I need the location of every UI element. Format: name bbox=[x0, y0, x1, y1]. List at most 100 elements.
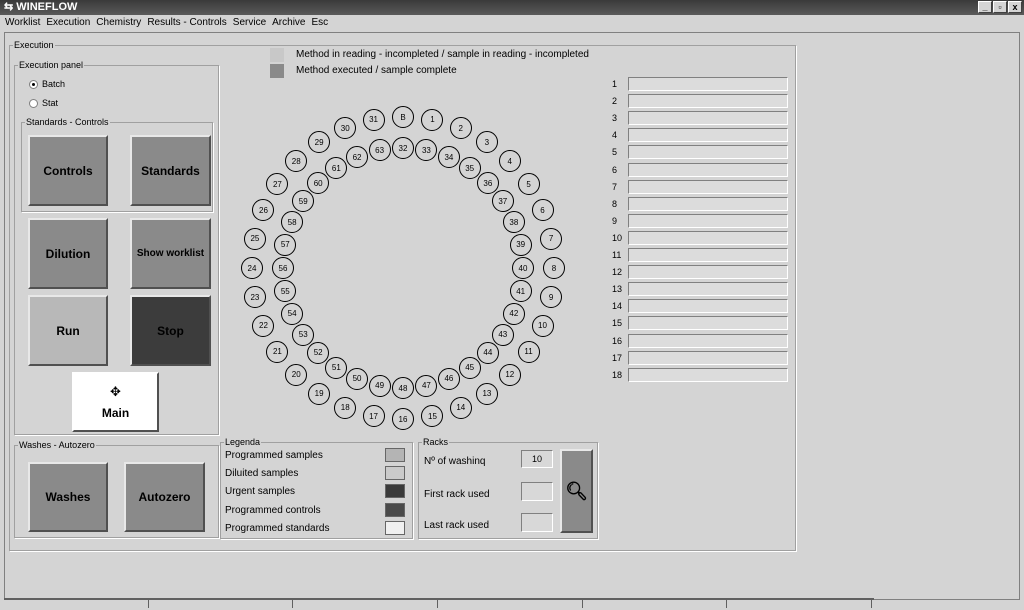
sample-position[interactable]: 41 bbox=[509, 280, 532, 303]
sample-position[interactable]: 42 bbox=[502, 302, 525, 325]
legenda-swatch bbox=[385, 502, 405, 517]
rack-row-number: 17 bbox=[612, 352, 623, 363]
washing-count-field[interactable]: 10 bbox=[521, 450, 553, 468]
rack-row-field[interactable] bbox=[628, 128, 788, 143]
rack-row-field[interactable] bbox=[628, 333, 788, 348]
sample-position[interactable]: 25 bbox=[243, 227, 266, 250]
sample-position[interactable]: 34 bbox=[437, 146, 460, 169]
sample-position[interactable]: 45 bbox=[458, 356, 481, 379]
rack-row-field[interactable] bbox=[628, 179, 788, 194]
menu-bar: Worklist Execution Chemistry Results - C… bbox=[0, 15, 1024, 31]
rack-row-field[interactable] bbox=[628, 162, 788, 177]
rack-row-field[interactable] bbox=[628, 111, 788, 126]
rack-row-field[interactable] bbox=[628, 94, 788, 109]
sample-position[interactable]: 6 bbox=[531, 199, 554, 222]
sample-position[interactable]: B bbox=[392, 106, 414, 128]
controls-button[interactable]: Controls bbox=[28, 135, 108, 206]
rack-row: 16 bbox=[612, 333, 788, 348]
sample-position[interactable]: 38 bbox=[502, 211, 525, 234]
menu-esc[interactable]: Esc bbox=[309, 15, 332, 31]
stop-button[interactable]: Stop bbox=[130, 295, 211, 366]
sample-position[interactable]: 20 bbox=[285, 363, 308, 386]
rack-row-field[interactable] bbox=[628, 299, 788, 314]
menu-execution[interactable]: Execution bbox=[43, 15, 93, 31]
rack-row: 5 bbox=[612, 145, 788, 160]
rack-row-field[interactable] bbox=[628, 248, 788, 262]
first-rack-field[interactable] bbox=[521, 482, 553, 501]
rack-row-number: 9 bbox=[612, 215, 618, 226]
menu-service[interactable]: Service bbox=[230, 15, 269, 31]
stat-radio[interactable]: Stat bbox=[29, 98, 58, 108]
sample-position[interactable]: 54 bbox=[281, 302, 304, 325]
sample-position[interactable]: 56 bbox=[272, 257, 294, 279]
rack-row-field[interactable] bbox=[628, 196, 788, 211]
rack-row-number: 3 bbox=[612, 113, 618, 124]
autozero-button[interactable]: Autozero bbox=[124, 462, 205, 532]
run-button[interactable]: Run bbox=[28, 295, 108, 366]
batch-radio[interactable]: Batch bbox=[29, 79, 65, 89]
menu-chemistry[interactable]: Chemistry bbox=[93, 15, 144, 31]
standards-button[interactable]: Standards bbox=[130, 135, 211, 206]
sample-position[interactable]: 52 bbox=[307, 341, 330, 364]
sample-position[interactable]: 50 bbox=[346, 367, 369, 390]
sample-position[interactable]: 31 bbox=[362, 108, 385, 131]
rack-row-field[interactable] bbox=[628, 350, 788, 365]
close-button[interactable]: x bbox=[1008, 1, 1022, 13]
minimize-button[interactable]: _ bbox=[978, 1, 992, 13]
sample-position[interactable]: 4 bbox=[498, 150, 521, 173]
rack-row-field[interactable] bbox=[628, 213, 788, 228]
rack-row-field[interactable] bbox=[628, 77, 788, 91]
strip-divider bbox=[871, 598, 872, 608]
sample-position[interactable]: 7 bbox=[540, 227, 563, 250]
rack-row-field[interactable] bbox=[628, 145, 788, 160]
rack-row-field[interactable] bbox=[628, 316, 788, 331]
sample-position[interactable]: 43 bbox=[491, 323, 514, 346]
sample-position[interactable]: 11 bbox=[517, 340, 540, 363]
sample-position[interactable]: 5 bbox=[517, 173, 540, 196]
sample-position[interactable]: 49 bbox=[368, 374, 391, 397]
menu-archive[interactable]: Archive bbox=[269, 15, 308, 31]
sample-position[interactable]: 53 bbox=[292, 323, 315, 346]
rack-row-field[interactable] bbox=[628, 230, 788, 245]
washes-button[interactable]: Washes bbox=[28, 462, 108, 532]
sample-position[interactable]: 44 bbox=[476, 341, 499, 364]
sample-position[interactable]: 10 bbox=[531, 314, 554, 337]
sample-position[interactable]: 46 bbox=[437, 367, 460, 390]
sample-position[interactable]: 16 bbox=[392, 408, 414, 430]
search-racks-button[interactable]: 🔍︎ bbox=[560, 449, 593, 533]
rack-row-field[interactable] bbox=[628, 265, 788, 280]
sample-position[interactable]: 17 bbox=[362, 405, 385, 428]
rack-row-field[interactable] bbox=[628, 282, 788, 297]
strip-divider bbox=[292, 598, 293, 608]
sample-position[interactable]: 19 bbox=[308, 382, 331, 405]
last-rack-field[interactable] bbox=[521, 513, 553, 532]
sample-position[interactable]: 36 bbox=[476, 172, 499, 195]
sample-position[interactable]: 32 bbox=[392, 137, 414, 159]
main-button[interactable]: ✥ Main bbox=[72, 372, 159, 432]
restore-button[interactable]: ▫ bbox=[993, 1, 1007, 13]
sample-position[interactable]: 40 bbox=[512, 257, 534, 279]
title-bar: ⇆ WINEFLOW _ ▫ x bbox=[0, 0, 1024, 15]
sample-position[interactable]: 63 bbox=[368, 139, 391, 162]
rack-row-number: 7 bbox=[612, 181, 618, 192]
menu-results-controls[interactable]: Results - Controls bbox=[144, 15, 229, 31]
sample-position[interactable]: 39 bbox=[509, 233, 532, 256]
sample-position[interactable]: 8 bbox=[543, 257, 565, 279]
rack-row: 2 bbox=[612, 94, 788, 109]
sample-position[interactable]: 51 bbox=[325, 356, 348, 379]
sample-position[interactable]: 13 bbox=[475, 382, 498, 405]
dilution-button[interactable]: Dilution bbox=[28, 218, 108, 289]
rack-row: 15 bbox=[612, 316, 788, 331]
rack-row-field[interactable] bbox=[628, 367, 788, 382]
sample-position[interactable]: 12 bbox=[498, 363, 521, 386]
sample-position[interactable]: 48 bbox=[392, 377, 414, 399]
sample-position[interactable]: 47 bbox=[415, 374, 438, 397]
sample-position[interactable]: 14 bbox=[449, 396, 472, 419]
sample-position[interactable]: 37 bbox=[491, 190, 514, 213]
show-worklist-button[interactable]: Show worklist bbox=[130, 218, 211, 289]
menu-worklist[interactable]: Worklist bbox=[2, 15, 43, 31]
sample-position[interactable]: 18 bbox=[334, 396, 357, 419]
sample-position[interactable]: 24 bbox=[241, 257, 263, 279]
sample-position[interactable]: 57 bbox=[274, 233, 297, 256]
sample-position[interactable]: 35 bbox=[458, 157, 481, 180]
